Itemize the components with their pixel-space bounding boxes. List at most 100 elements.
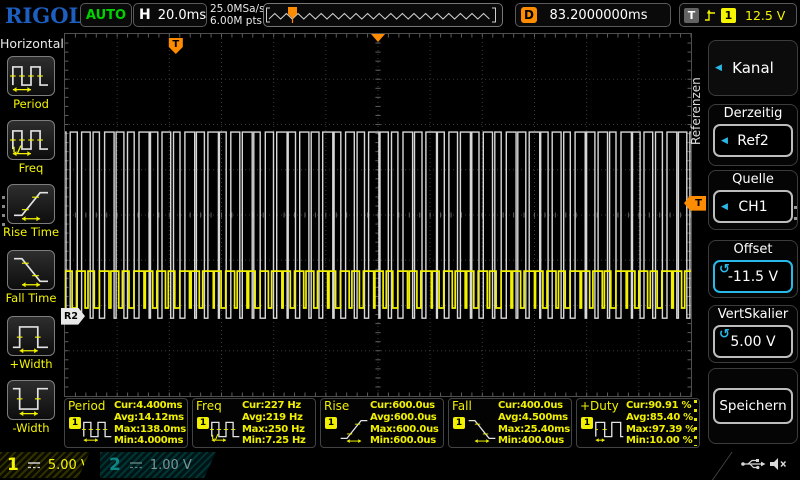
freq-measure-icon xyxy=(210,416,242,443)
period-icon xyxy=(7,56,55,96)
measure-name: Freq xyxy=(196,399,222,413)
measure-values: Cur:400.0usAvg:4.500ms Max:25.40msMin:40… xyxy=(498,400,570,447)
softkey-title: VertSkalier xyxy=(709,306,797,324)
channel1-scale: 5.00 V xyxy=(48,458,90,473)
channel1-tab[interactable]: 1 5.00 V xyxy=(0,452,98,478)
run-state-indicator[interactable]: AUTO xyxy=(80,3,132,27)
measure-name: Period xyxy=(68,399,105,413)
acquisition-info: 25.0MSa/s 6.00M pts xyxy=(210,3,265,27)
rise-measure-icon xyxy=(338,416,370,443)
measure-name: Rise xyxy=(324,399,349,413)
measure-values: Cur:227 HzAvg:219 Hz Max:250 HzMin:7.25 … xyxy=(242,400,314,447)
measure-values: Cur:90.91 %Avg:85.40 % Max:97.39 %Min:10… xyxy=(626,400,698,447)
channel-badge: 1 xyxy=(453,417,465,429)
page-dots xyxy=(794,206,797,222)
horizontal-timebase-box[interactable]: H 20.0ms xyxy=(133,3,207,27)
delay-box[interactable]: D 83.2000000ms xyxy=(515,3,671,27)
menu-scroll-dots xyxy=(2,196,5,230)
menu-item-period[interactable]: Period xyxy=(0,56,62,111)
rotate-knob-icon: ↺ xyxy=(719,262,730,277)
softkey-derzeitig[interactable]: Derzeitig ◀ Ref2 xyxy=(708,104,798,166)
delay-value: 83.2000000ms xyxy=(549,8,657,23)
channel-badge: 1 xyxy=(581,417,593,429)
measurement-freq[interactable]: Freq 1 Cur:227 HzAvg:219 Hz Max:250 HzMi… xyxy=(192,398,316,448)
usb-icon xyxy=(740,457,766,471)
menu-item-freq[interactable]: Freq xyxy=(0,120,62,175)
freq-icon xyxy=(7,120,55,160)
memory-position-bar[interactable] xyxy=(263,3,503,27)
menu-item-rise-time[interactable]: Rise Time xyxy=(0,184,62,239)
waveform-plot: T xyxy=(65,34,691,396)
softkey-value-button[interactable]: ◀ Ref2 xyxy=(713,124,793,157)
menu-item-label: -Width xyxy=(0,421,62,435)
save-label: Speichern xyxy=(719,398,786,414)
menu-item-label: Freq xyxy=(0,161,62,175)
waveform-display: T xyxy=(64,33,692,397)
menu-tab-title: Referenzen xyxy=(688,46,704,176)
softkey-value: CH1 xyxy=(738,199,767,215)
dc-coupling-icon xyxy=(129,460,143,470)
softkey-kanal[interactable]: ◀ Kanal xyxy=(708,40,798,96)
dc-coupling-icon xyxy=(27,460,41,470)
measurement-duty[interactable]: +Duty 1 Cur:90.91 %Avg:85.40 % Max:97.39… xyxy=(576,398,700,448)
period-measure-icon xyxy=(82,416,114,443)
left-menu: Horizontal Period Freq Rise Time Fall Ti… xyxy=(0,30,62,450)
softkey-label: Kanal xyxy=(732,59,774,77)
trigger-source-badge: 1 xyxy=(721,8,736,23)
menu-item-nwidth[interactable]: -Width xyxy=(0,380,62,435)
measurement-rise[interactable]: Rise 1 Cur:600.0usAvg:600.0us Max:600.0u… xyxy=(320,398,444,448)
channel1-number: 1 xyxy=(7,455,19,475)
channel-badge: 1 xyxy=(197,417,209,429)
measurement-fall[interactable]: Fall 1 Cur:400.0usAvg:4.500ms Max:25.40m… xyxy=(448,398,572,448)
menu-item-label: Rise Time xyxy=(0,225,62,239)
delay-d-badge: D xyxy=(521,7,537,23)
measurement-period[interactable]: Period 1 Cur:4.400msAvg:14.12ms Max:138.… xyxy=(64,398,188,448)
h-label: H xyxy=(139,7,151,23)
menu-item-label: Fall Time xyxy=(0,291,62,305)
trigger-box[interactable]: T 1 12.5 V xyxy=(679,3,797,27)
fall-measure-icon xyxy=(466,416,498,443)
measure-values: Cur:4.400msAvg:14.12ms Max:138.0msMin:4.… xyxy=(114,400,186,447)
softkey-value: 5.00 V xyxy=(730,334,775,350)
channel2-scale: 1.00 V xyxy=(150,458,192,473)
channel2-tab[interactable]: 2 1.00 V xyxy=(100,452,224,478)
speaker-muted-icon xyxy=(769,457,787,471)
brand-logo: RIGOL xyxy=(5,3,83,28)
select-arrow-icon: ◀ xyxy=(721,136,728,146)
rotate-knob-icon: ↺ xyxy=(719,327,730,342)
select-arrow-icon: ◀ xyxy=(721,202,728,212)
softkey-value-button[interactable]: ◀ CH1 xyxy=(713,190,793,223)
channel-badge: 1 xyxy=(325,417,337,429)
measure-more-dots xyxy=(694,400,697,446)
softkey-offset[interactable]: Offset ↺ -11.5 V xyxy=(708,240,798,298)
softkey-quelle[interactable]: Quelle ◀ CH1 xyxy=(708,170,798,230)
rise-time-icon xyxy=(7,184,55,224)
softkey-value: -11.5 V xyxy=(728,269,778,285)
softkey-title: Offset xyxy=(709,241,797,259)
softkey-title xyxy=(709,369,797,387)
duty-measure-icon xyxy=(594,416,626,443)
statusbar-divider xyxy=(712,452,733,480)
timebase-value: 20.0ms xyxy=(158,8,206,23)
memory-waveform-preview xyxy=(264,5,500,25)
softkey-speichern[interactable]: Speichern xyxy=(708,368,798,444)
measure-name: +Duty xyxy=(580,399,619,413)
minus-width-icon xyxy=(7,380,55,420)
softkey-value-button[interactable]: ↺ -11.5 V xyxy=(713,260,793,293)
softkey-value: Ref2 xyxy=(737,133,769,149)
trigger-level-value: 12.5 V xyxy=(745,8,785,23)
save-button[interactable]: Speichern xyxy=(713,388,793,424)
rising-edge-icon xyxy=(703,8,717,23)
menu-item-label: +Width xyxy=(0,357,62,371)
oscilloscope-screen: RIGOL AUTO H 20.0ms 25.0MSa/s 6.00M pts … xyxy=(0,0,800,480)
back-arrow-icon: ◀ xyxy=(715,63,722,73)
menu-item-fall-time[interactable]: Fall Time xyxy=(0,250,62,305)
memory-depth: 6.00M pts xyxy=(210,15,265,27)
softkey-value-button[interactable]: ↺ 5.00 V xyxy=(713,325,793,358)
svg-text:T: T xyxy=(172,39,179,50)
menu-item-pwidth[interactable]: +Width xyxy=(0,316,62,371)
softkey-title: Quelle xyxy=(709,171,797,189)
trigger-t-badge: T xyxy=(684,8,699,23)
measure-values: Cur:600.0usAvg:600.0us Max:600.0usMin:60… xyxy=(370,400,442,447)
softkey-vertskalier[interactable]: VertSkalier ↺ 5.00 V xyxy=(708,305,798,363)
